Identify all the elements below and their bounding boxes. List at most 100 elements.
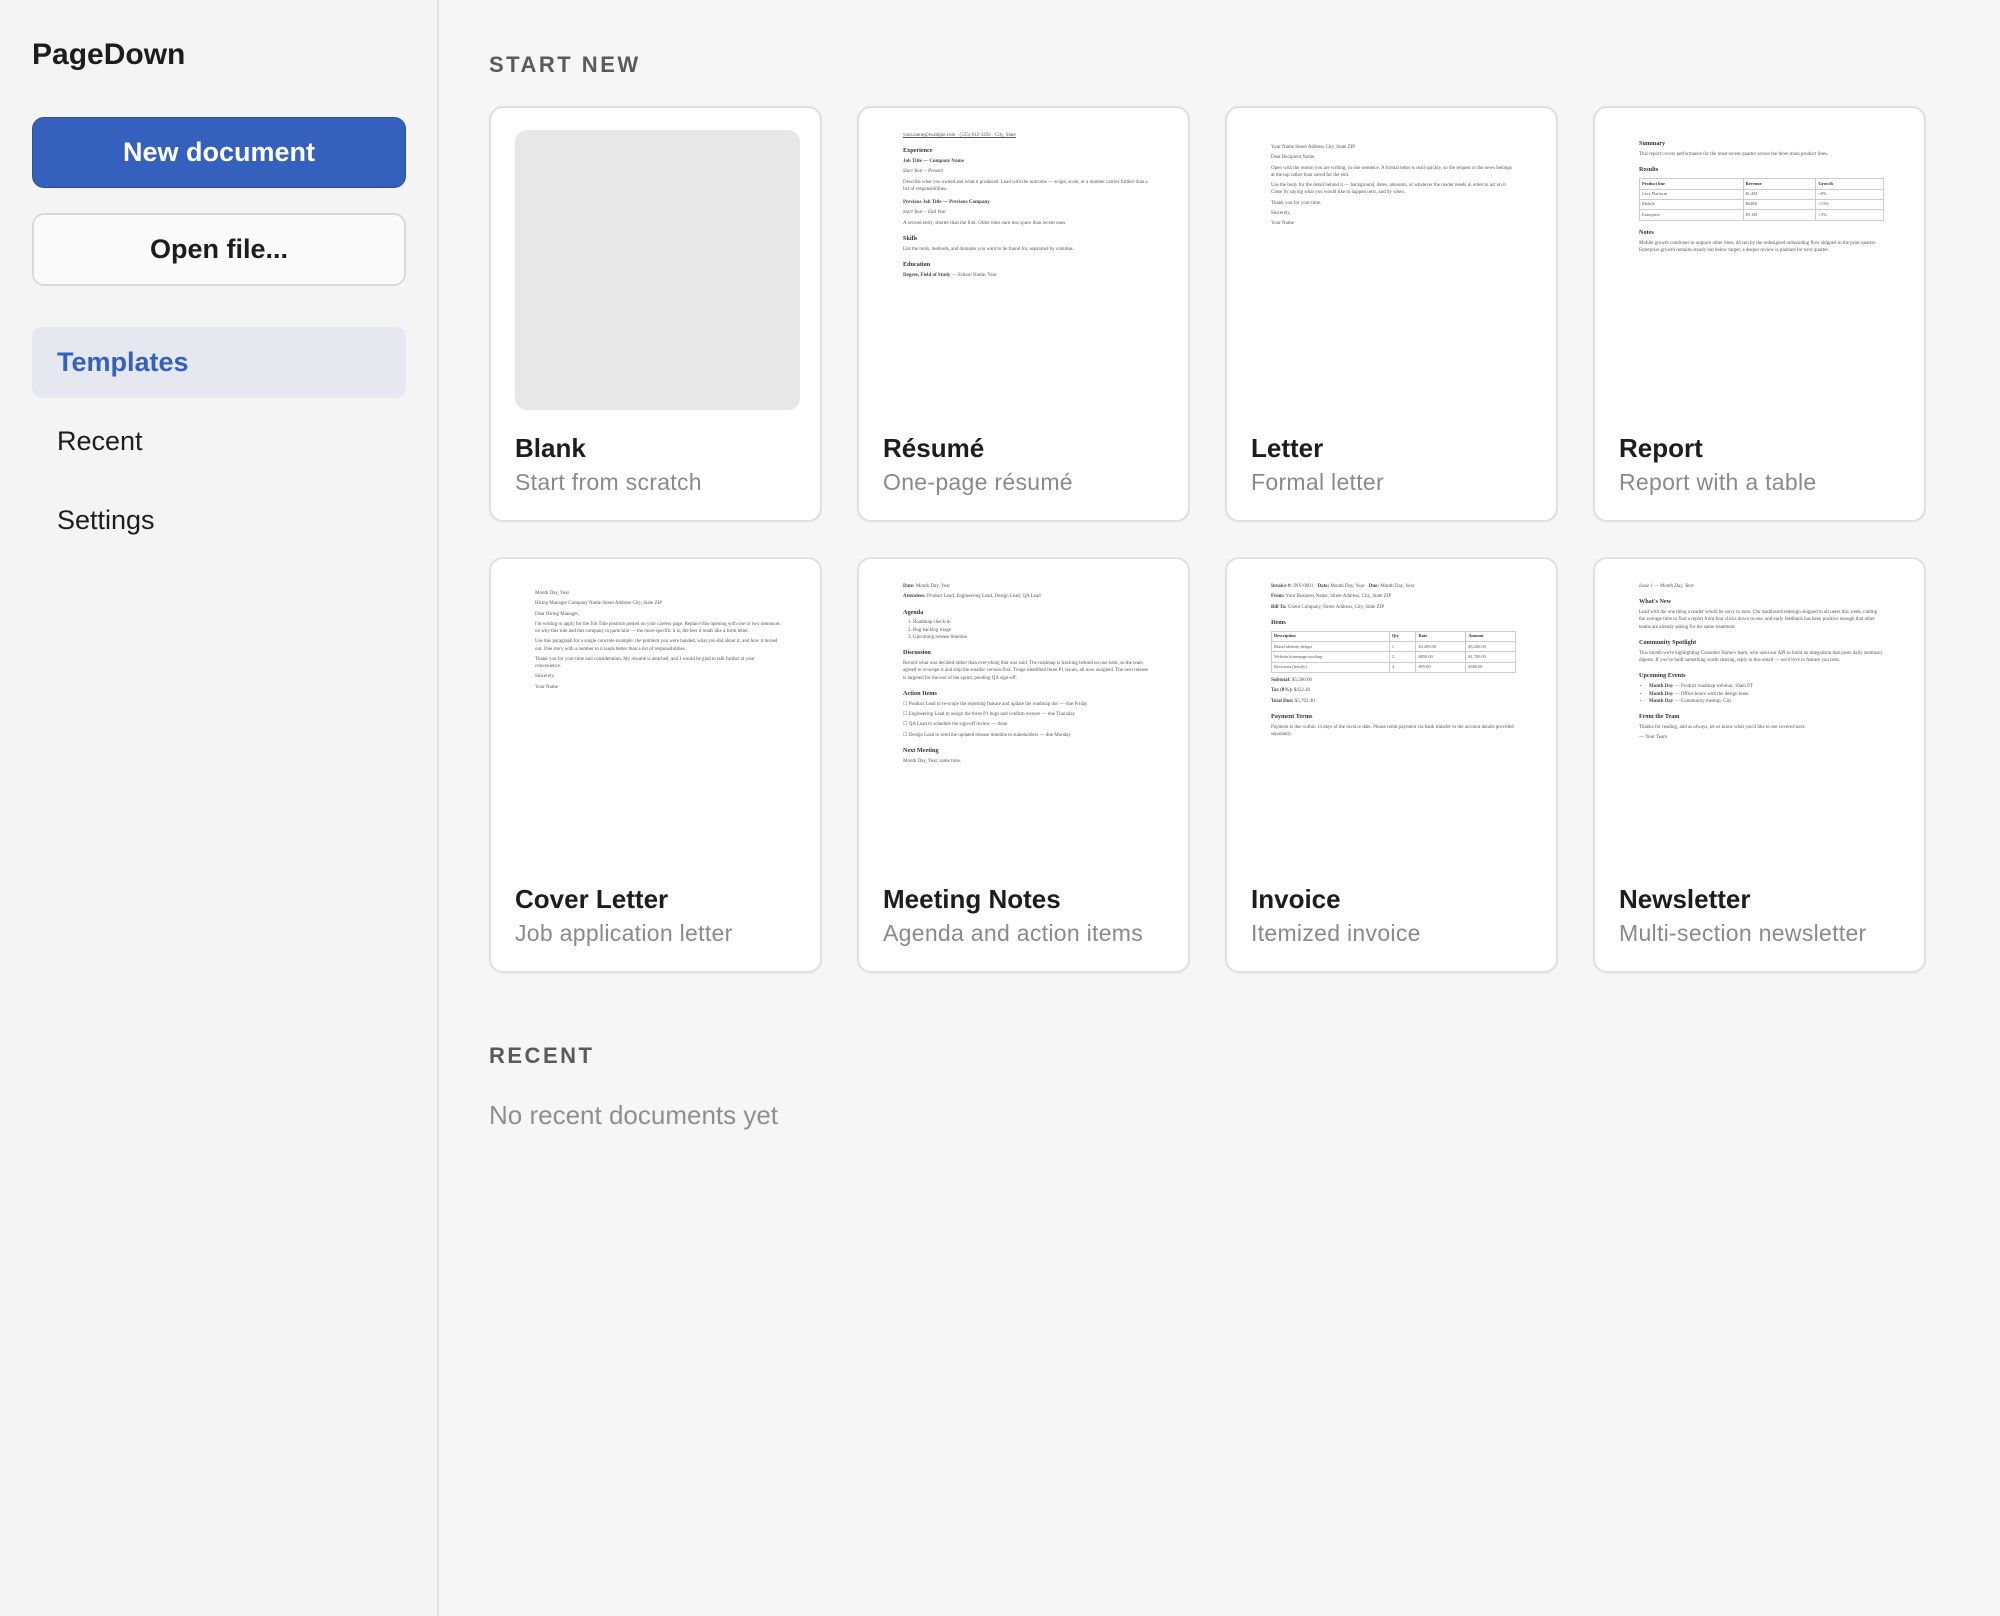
preview-text: Use the body for the detail behind it — … [1271, 183, 1508, 196]
preview-text: Your Name [535, 684, 558, 690]
preview-cell: $95.00 [1415, 661, 1467, 674]
preview-text: Month Day [1649, 691, 1674, 697]
preview-text: Thanks for reading, and as always, let u… [1639, 725, 1806, 731]
preview-text: $422.40 [1292, 688, 1311, 694]
preview-heading: Payment Terms [1271, 712, 1313, 720]
preview-heading: Items [1271, 618, 1286, 626]
template-subtitle: Itemized invoice [1251, 920, 1421, 946]
template-card-newsletter[interactable]: Issue 1 — Month Day, Year What's New Lea… [1593, 557, 1926, 973]
template-preview-blank [515, 130, 800, 410]
preview-text: I'm writing to apply for the Job Title p… [535, 621, 780, 634]
preview-text: Your Business Name, Street Address, City… [1284, 594, 1392, 600]
app-title: PageDown [32, 38, 186, 71]
preview-cell: Brand identity design [1271, 641, 1390, 653]
preview-text: A second entry, shorter than the first. … [903, 220, 1067, 226]
preview-text: Thank you for your time and consideratio… [535, 656, 755, 669]
preview-cell: 2 [1388, 651, 1417, 663]
preview-text: This month we're highlighting Customer N… [1639, 650, 1883, 664]
preview-text: $5,702.40 [1293, 698, 1315, 704]
template-title: Meeting Notes [883, 884, 1061, 914]
preview-text: Previous Job Title — Previous Company [903, 200, 990, 206]
preview-heading: Results [1639, 166, 1659, 174]
template-card-invoice[interactable]: Invoice #: INV-0001 · Date: Month Day, Y… [1225, 557, 1558, 973]
preview-text: From: [1271, 594, 1285, 600]
template-preview-newsletter: Issue 1 — Month Day, Year What's New Lea… [1619, 581, 1904, 861]
preview-list-item: Upcoming release timeline [913, 634, 1148, 641]
template-title: Invoice [1251, 884, 1341, 914]
preview-cell: Core Platform [1639, 188, 1744, 200]
preview-text: List the tools, methods, and domains you… [903, 246, 1074, 252]
preview-checkbox-item: QA Lead to schedule the sign-off review … [903, 721, 1148, 728]
preview-heading: Action Items [903, 689, 937, 697]
preview-text: Start Year – Present [903, 169, 944, 175]
preview-cell: Website homepage mockup [1271, 651, 1390, 663]
open-file-button[interactable]: Open file... [32, 213, 406, 286]
preview-text: Open with the reason you are writing, in… [1271, 165, 1512, 178]
preview-text: Sincerely, [535, 674, 555, 680]
template-card-blank[interactable]: Blank Start from scratch [489, 106, 822, 522]
template-preview-invoice: Invoice #: INV-0001 · Date: Month Day, Y… [1251, 581, 1536, 861]
preview-heading: Skills [903, 234, 918, 242]
preview-heading: What's New [1639, 598, 1672, 606]
preview-text: Record what was decided rather than ever… [903, 661, 1148, 681]
preview-cell: Description [1271, 630, 1390, 643]
template-title: Report [1619, 433, 1703, 463]
nav-item-templates[interactable]: Templates [32, 327, 406, 398]
preview-text: Due: [1368, 584, 1379, 589]
preview-text: Date: [1317, 584, 1330, 589]
template-subtitle: Job application letter [515, 920, 733, 946]
preview-cell: +8% [1815, 188, 1884, 200]
template-card-resume[interactable]: your.name@example.com · (555) 012-3456 ·… [857, 106, 1190, 522]
preview-cell: Amount [1465, 630, 1516, 643]
template-card-letter[interactable]: Your Name Street Address City, State ZIP… [1225, 106, 1558, 522]
preview-text: Hiring Manager Company Name Street Addre… [535, 601, 663, 607]
preview-text: This report covers performance for the m… [1639, 151, 1829, 157]
preview-cell: 1 [1388, 641, 1417, 653]
preview-text: Month Day, Year · [1329, 584, 1369, 589]
preview-cell: $640K [1742, 198, 1817, 211]
preview-list-item: Roadmap check-in [913, 619, 1148, 626]
template-card-report[interactable]: Summary This report covers performance f… [1593, 106, 1926, 522]
template-card-meeting-notes[interactable]: Date: Month Day, Year Attendees: Product… [857, 557, 1190, 973]
preview-text: your.name@example.com · (555) 012-3456 ·… [903, 133, 1016, 138]
preview-text: Date: [903, 584, 915, 589]
preview-text: Start Year – End Year [903, 210, 947, 216]
preview-text: Subtotal: [1271, 678, 1291, 684]
preview-text: — Community meetup, City [1673, 698, 1732, 704]
preview-cell: Mobile [1639, 198, 1744, 211]
preview-cell: $3,200.00 [1415, 641, 1467, 653]
preview-heading: Upcoming Events [1639, 672, 1686, 680]
template-preview-resume: your.name@example.com · (555) 012-3456 ·… [883, 130, 1168, 410]
template-subtitle: Agenda and action items [883, 920, 1144, 946]
template-subtitle: One-page résumé [883, 469, 1073, 495]
preview-text: Your Name [1271, 221, 1294, 226]
preview-table: Product line Revenue Growth Core Platform $… [1639, 178, 1884, 221]
preview-cell: Growth [1815, 178, 1884, 190]
preview-text: Your Name Street Address City, State ZIP [1271, 145, 1356, 150]
template-card-cover-letter[interactable]: Month Day, Year Hiring Manager Company N… [489, 557, 822, 973]
recent-empty-message: No recent documents yet [489, 1100, 779, 1130]
preview-text: Mobile growth continues to outpace other… [1639, 240, 1877, 253]
preview-heading: Community Spotlight [1639, 638, 1697, 646]
preview-text: INV-0001 · [1291, 584, 1318, 589]
nav-item-recent[interactable]: Recent [32, 406, 406, 477]
preview-checkbox-item: Design Lead to send the updated release … [903, 732, 1148, 739]
preview-cell: $3,200.00 [1465, 641, 1516, 653]
new-document-button[interactable]: New document [32, 117, 406, 188]
preview-text: Bill To: [1271, 604, 1287, 610]
preview-text: Degree, Field of Study [903, 273, 951, 279]
template-preview-report: Summary This report covers performance f… [1619, 130, 1904, 410]
preview-text: Month Day, Year [914, 584, 951, 589]
template-title: Letter [1251, 433, 1324, 463]
preview-text: $5,280.00 [1290, 678, 1312, 684]
preview-heading: Agenda [903, 608, 924, 616]
preview-text: Dear Recipient Name, [1271, 155, 1316, 161]
preview-cell: $380.00 [1465, 661, 1516, 674]
preview-cell: $3.1M [1742, 209, 1817, 221]
nav-item-settings[interactable]: Settings [32, 485, 406, 556]
preview-text: Job Title — Company Name [903, 159, 964, 165]
preview-heading: Experience [903, 147, 933, 155]
template-title: Cover Letter [515, 884, 669, 914]
preview-text: — Office hours with the design team [1673, 691, 1749, 697]
preview-cell: Product line [1639, 178, 1744, 190]
